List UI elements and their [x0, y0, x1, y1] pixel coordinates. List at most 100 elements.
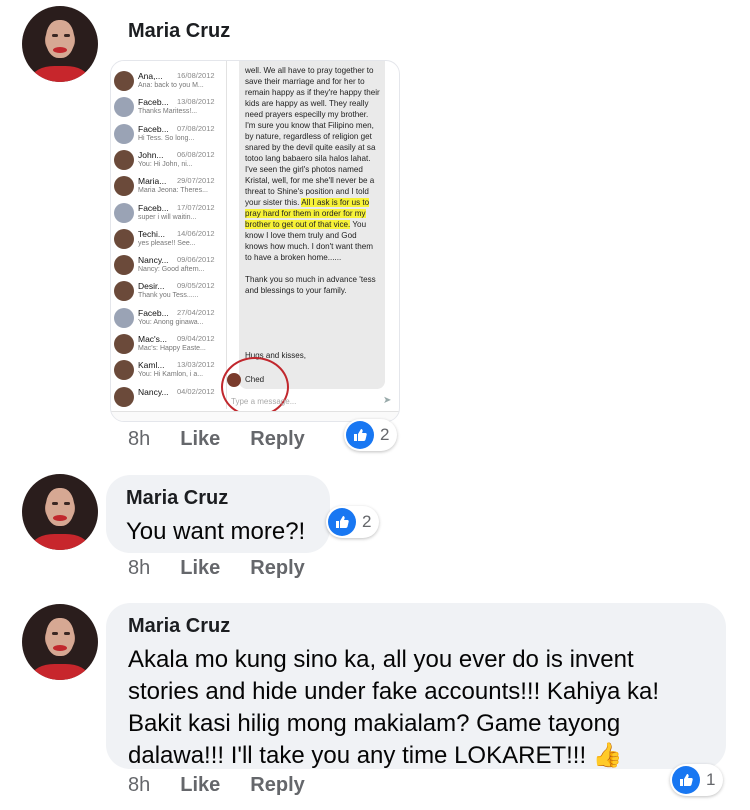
conversation-avatar — [114, 123, 134, 144]
conversation-row: Faceb... 17/07/2012 super i will waitin... — [111, 201, 227, 227]
like-button[interactable]: Like — [180, 428, 220, 451]
like-reaction-icon — [346, 421, 374, 449]
conversation-row: Mac's... 09/04/2012 Mac's: Happy Easte... — [111, 332, 227, 358]
conversation-date: 13/08/2012 — [177, 97, 215, 107]
screenshot-attachment[interactable]: Ana,... 16/08/2012 Ana: back to you M... Fa… — [110, 60, 400, 422]
conversation-preview: You: Anong ginawa... — [138, 318, 204, 326]
conversation-row: Nancy... 04/02/2012 — [111, 385, 227, 411]
comment-author[interactable]: Maria Cruz — [128, 20, 230, 43]
conversation-preview: Nancy: Good aftern... — [138, 266, 205, 274]
reaction-badge[interactable]: 2 — [326, 506, 380, 538]
conversation-row: Faceb... 27/04/2012 You: Anong ginawa... — [111, 306, 227, 332]
conversation-name: Faceb... — [138, 202, 169, 213]
conversation-row: Faceb... 07/08/2012 Hi Tess. So long... — [111, 122, 227, 148]
comment-text: You want more?! — [126, 518, 306, 545]
like-button[interactable]: Like — [180, 557, 220, 580]
conversation-preview: super i will waitin... — [138, 213, 197, 221]
conversation-name: Desir... — [138, 281, 165, 292]
conversation-row: Kaml... 13/03/2012 You: Hi Kamlon, i a... — [111, 358, 227, 384]
conversation-preview: Thanks Maritess!... — [138, 108, 198, 116]
conversation-preview: yes please!! See... — [138, 239, 196, 247]
conversation-date: 14/06/2012 — [177, 228, 215, 238]
conversation-date: 13/03/2012 — [177, 360, 215, 370]
message-intro: well. We all have to pray together to sa… — [245, 66, 380, 207]
conversation-preview: Ana: back to you M... — [138, 82, 204, 89]
conversation-row: Nancy... 09/06/2012 Nancy: Good aftern... — [111, 253, 227, 279]
conversation-row: Maria... 29/07/2012 Maria Jeona: Theres... — [111, 174, 227, 200]
conversation-avatar — [114, 71, 134, 91]
conversation-list: Ana,... 16/08/2012 Ana: back to you M... Fa… — [111, 61, 227, 409]
conversation-avatar — [114, 334, 134, 354]
conversation-name: Mac's... — [138, 334, 168, 344]
reply-button[interactable]: Reply — [250, 428, 304, 451]
reaction-badge[interactable]: 2 — [344, 419, 398, 451]
conversation-row: John... 06/08/2012 You: Hi John, ni... — [111, 148, 227, 174]
conversation-name: Nancy... — [138, 386, 169, 397]
conversation-date: 06/08/2012 — [177, 149, 215, 159]
comment-actions: 8h Like Reply — [128, 774, 305, 797]
conversation-avatar — [114, 97, 134, 118]
timestamp[interactable]: 8h — [128, 428, 150, 451]
conversation-avatar — [114, 307, 134, 328]
comment-author[interactable]: Maria Cruz — [128, 615, 704, 638]
conversation-avatar — [114, 149, 134, 170]
conversation-date: 27/04/2012 — [177, 307, 215, 317]
reaction-badge[interactable]: 1 — [670, 764, 724, 796]
conversation-avatar — [114, 281, 134, 302]
conversation-name: Faceb... — [138, 123, 169, 134]
conversation-date: 07/08/2012 — [177, 123, 215, 133]
conversation-preview: Mac's: Happy Easte... — [138, 345, 206, 352]
conversation-preview: Thank you Tess...... — [138, 292, 199, 300]
message-text: well. We all have to pray together to sa… — [245, 65, 381, 307]
conversation-preview: You: Hi John, ni... — [138, 160, 193, 168]
reply-button[interactable]: Reply — [250, 774, 304, 797]
red-circle-annotation — [221, 357, 289, 417]
conversation-preview: Hi Tess. So long... — [138, 134, 195, 142]
conversation-row: Ana,... 16/08/2012 Ana: back to you M... — [111, 69, 227, 95]
conversation-name: Faceb... — [138, 307, 169, 318]
conversation-date: 17/07/2012 — [177, 202, 215, 212]
message-thanks: Thank you so much in advance 'tess and b… — [245, 275, 376, 295]
reply-button[interactable]: Reply — [250, 557, 304, 580]
conversation-avatar — [114, 360, 134, 381]
comment-bubble: Maria Cruz Akala mo kung sino ka, all yo… — [106, 603, 726, 769]
conversation-name: Techi... — [138, 228, 165, 239]
conversation-row: Techi... 14/06/2012 yes please!! See... — [111, 227, 227, 253]
conversation-name: Nancy... — [138, 255, 169, 266]
timestamp[interactable]: 8h — [128, 557, 150, 580]
comment-bubble: Maria Cruz You want more?! — [106, 475, 330, 553]
conversation-name: Kaml... — [138, 360, 165, 371]
conversation-avatar — [114, 228, 134, 249]
send-icon: ➤ — [383, 395, 392, 406]
comment-actions: 8h Like Reply — [128, 557, 305, 580]
avatar[interactable] — [22, 474, 98, 550]
conversation-avatar — [114, 386, 134, 407]
like-reaction-icon — [672, 766, 700, 794]
avatar[interactable] — [22, 604, 98, 680]
conversation-row: Faceb... 13/08/2012 Thanks Maritess!... — [111, 95, 227, 121]
conversation-date: 04/02/2012 — [177, 386, 215, 396]
conversation-date: 16/08/2012 — [177, 71, 215, 80]
message-input: Type a message... — [231, 397, 297, 406]
conversation-name: Ana,... — [138, 71, 163, 81]
conversation-name: Maria... — [138, 176, 167, 187]
conversation-preview: Maria Jeona: Theres... — [138, 187, 208, 195]
reaction-count: 1 — [706, 770, 716, 789]
conversation-avatar — [114, 176, 134, 197]
timestamp[interactable]: 8h — [128, 774, 150, 797]
reaction-count: 2 — [380, 425, 390, 444]
conversation-name: John... — [138, 149, 164, 160]
conversation-name: Faceb... — [138, 97, 169, 108]
reaction-count: 2 — [362, 512, 372, 531]
avatar[interactable] — [22, 6, 98, 82]
conversation-row: Desir... 09/05/2012 Thank you Tess...... — [111, 279, 227, 305]
conversation-preview: You: Hi Kamlon, i a... — [138, 371, 204, 379]
like-reaction-icon — [328, 508, 356, 536]
conversation-date: 09/05/2012 — [177, 281, 215, 291]
conversation-date: 09/04/2012 — [177, 334, 215, 343]
comment-actions: 8h Like Reply — [128, 428, 305, 451]
like-button[interactable]: Like — [180, 774, 220, 797]
conversation-date: 29/07/2012 — [177, 176, 215, 186]
conversation-date: 09/06/2012 — [177, 255, 215, 265]
comment-author[interactable]: Maria Cruz — [126, 487, 310, 510]
